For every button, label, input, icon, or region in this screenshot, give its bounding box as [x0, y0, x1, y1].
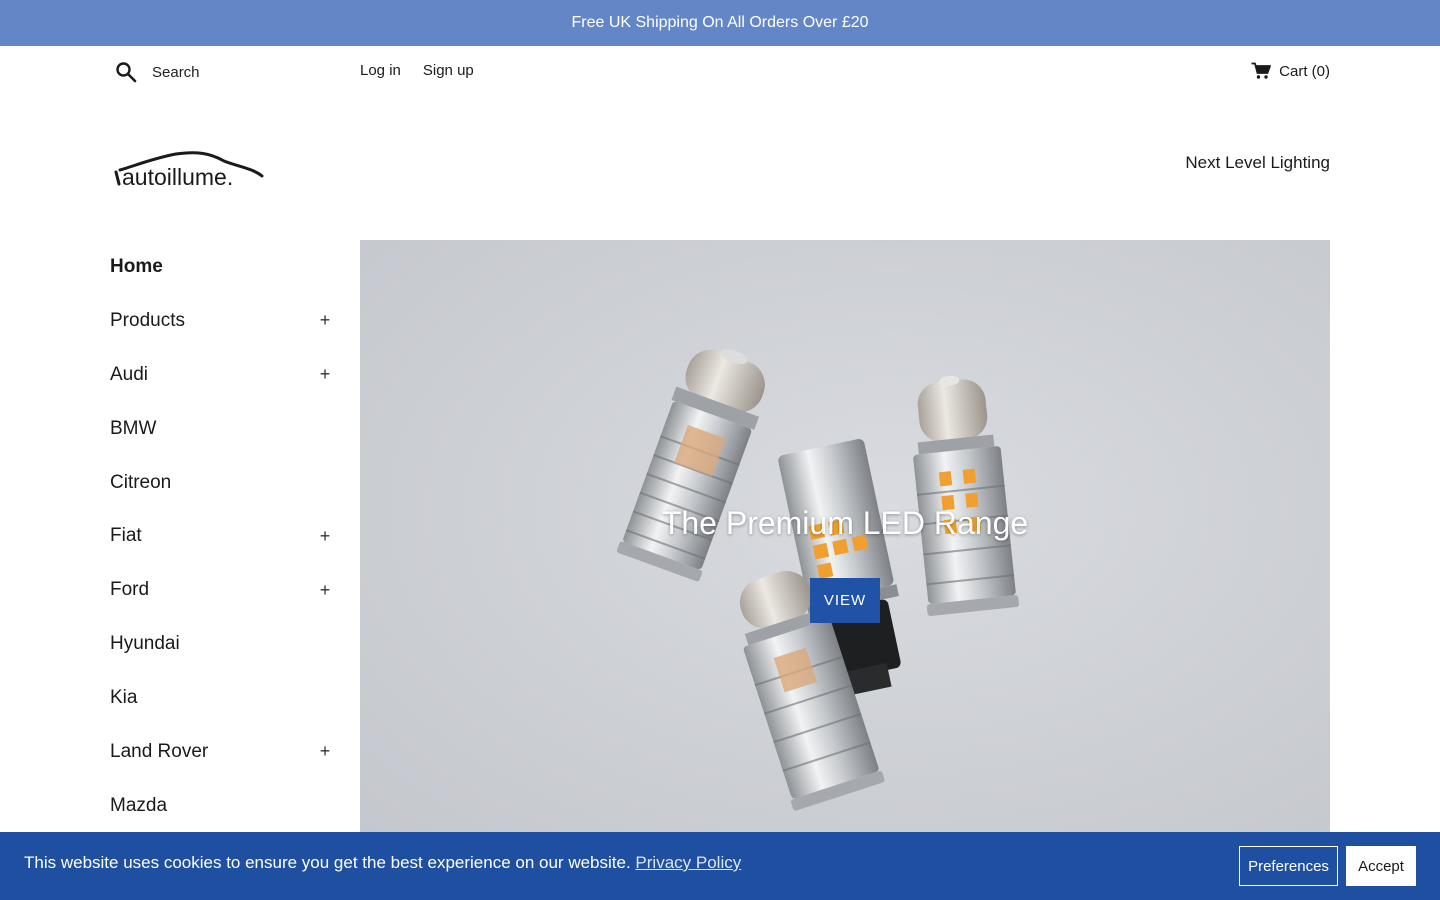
sidebar-item-label: Products — [110, 309, 185, 331]
sidebar-item-products[interactable]: Products + — [110, 294, 332, 348]
announcement-text: Free UK Shipping On All Orders Over £20 — [571, 14, 869, 31]
sidebar-item-mazda[interactable]: Mazda — [110, 779, 332, 833]
expand-icon[interactable]: + — [318, 364, 332, 385]
accept-button[interactable]: Accept — [1346, 846, 1416, 886]
sidebar-item-label: Citreon — [110, 471, 172, 493]
privacy-policy-link[interactable]: Privacy Policy — [635, 853, 741, 872]
sidebar-item-land-rover[interactable]: Land Rover + — [110, 725, 332, 779]
sidebar-item-label: BMW — [110, 417, 157, 439]
cart-icon — [1251, 62, 1272, 80]
sidebar-item-label: Mazda — [110, 794, 168, 816]
cart-link[interactable]: Cart (0) — [1251, 62, 1330, 80]
cookie-text: This website uses cookies to ensure you … — [24, 853, 631, 872]
account-links: Log in Sign up — [360, 62, 474, 79]
sidebar-item-bmw[interactable]: BMW — [110, 402, 332, 456]
search-form — [115, 60, 322, 84]
announcement-bar: Free UK Shipping On All Orders Over £20 — [0, 0, 1440, 46]
search-icon[interactable] — [115, 61, 137, 83]
sidebar-item-hyundai[interactable]: Hyundai — [110, 617, 332, 671]
sidebar-item-audi[interactable]: Audi + — [110, 348, 332, 402]
search-input[interactable] — [152, 63, 322, 81]
sidebar-item-kia[interactable]: Kia — [110, 671, 332, 725]
sidebar-item-label: Ford — [110, 579, 150, 601]
cookie-message: This website uses cookies to ensure you … — [24, 853, 741, 873]
sidebar-item-home[interactable]: Home — [110, 240, 332, 294]
sidebar-item-label: Hyundai — [110, 633, 180, 655]
sidebar-item-fiat[interactable]: Fiat + — [110, 509, 332, 563]
cart-label: Cart (0) — [1279, 62, 1330, 80]
hero-banner: The Premium LED Range VIEW — [360, 240, 1330, 840]
login-link[interactable]: Log in — [360, 62, 401, 79]
hero-title: The Premium LED Range — [661, 505, 1029, 541]
brand-logo[interactable]: autoillume. — [112, 148, 272, 192]
sidebar-item-ford[interactable]: Ford + — [110, 563, 332, 617]
sidebar-item-label: Land Rover — [110, 740, 209, 762]
svg-text:autoillume.: autoillume. — [122, 164, 233, 190]
sidebar-item-label: Home — [110, 255, 163, 277]
sidebar-item-label: Fiat — [110, 525, 142, 547]
expand-icon[interactable]: + — [318, 580, 332, 601]
expand-icon[interactable]: + — [318, 741, 332, 762]
preferences-button[interactable]: Preferences — [1239, 846, 1338, 886]
sidebar-nav: Home Products + Audi + BMW Citreon Fiat … — [110, 240, 332, 833]
cookie-banner: This website uses cookies to ensure you … — [0, 832, 1440, 900]
signup-link[interactable]: Sign up — [423, 62, 474, 79]
sidebar-item-label: Kia — [110, 687, 138, 709]
brand-tagline: Next Level Lighting — [1185, 153, 1330, 172]
hero-view-button[interactable]: VIEW — [810, 578, 880, 623]
sidebar-item-citreon[interactable]: Citreon — [110, 456, 332, 510]
expand-icon[interactable]: + — [318, 310, 332, 331]
sidebar-item-label: Audi — [110, 363, 149, 385]
expand-icon[interactable]: + — [318, 526, 332, 547]
